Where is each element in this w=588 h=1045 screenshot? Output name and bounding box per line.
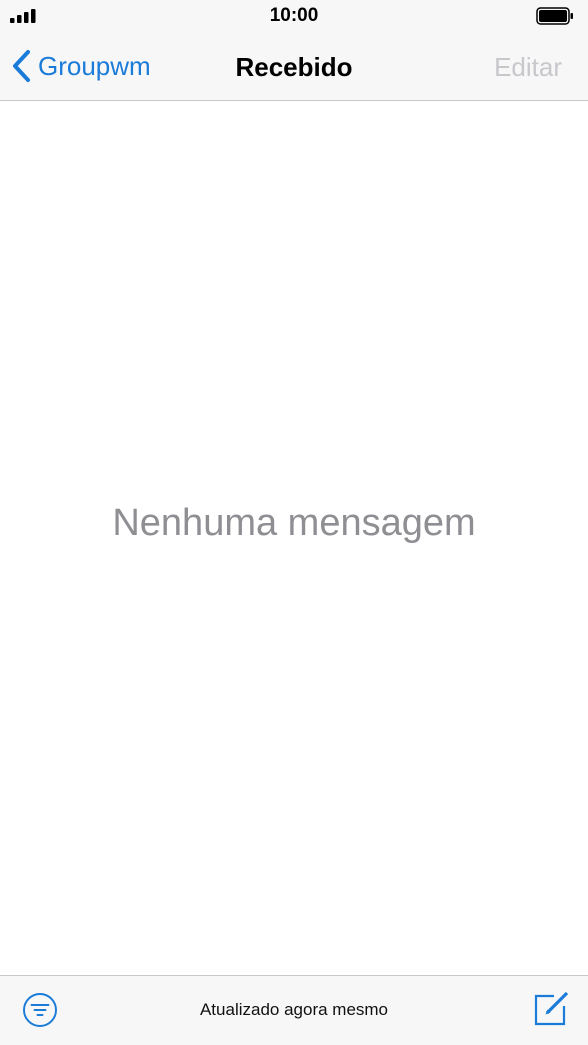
mail-inbox-screen: 10:00 Groupwm Recebido Editar Nenhuma me… xyxy=(0,0,588,1045)
update-status-text: Atualizado agora mesmo xyxy=(199,1000,389,1019)
compose-icon[interactable] xyxy=(532,988,572,1028)
edit-button[interactable]: Editar xyxy=(494,52,562,83)
battery-icon xyxy=(536,7,573,25)
status-time: 10:00 xyxy=(269,5,319,26)
navigation-bar: Groupwm Recebido Editar xyxy=(0,32,588,101)
chevron-left-icon xyxy=(13,50,30,82)
empty-state-message: Nenhuma mensagem xyxy=(112,502,476,544)
status-bar: 10:00 xyxy=(0,0,588,32)
back-button-label: Groupwm xyxy=(38,50,151,81)
back-button[interactable]: Groupwm xyxy=(10,48,151,84)
bottom-toolbar: Atualizado agora mesmo xyxy=(0,975,588,1045)
filter-icon[interactable] xyxy=(22,992,58,1028)
